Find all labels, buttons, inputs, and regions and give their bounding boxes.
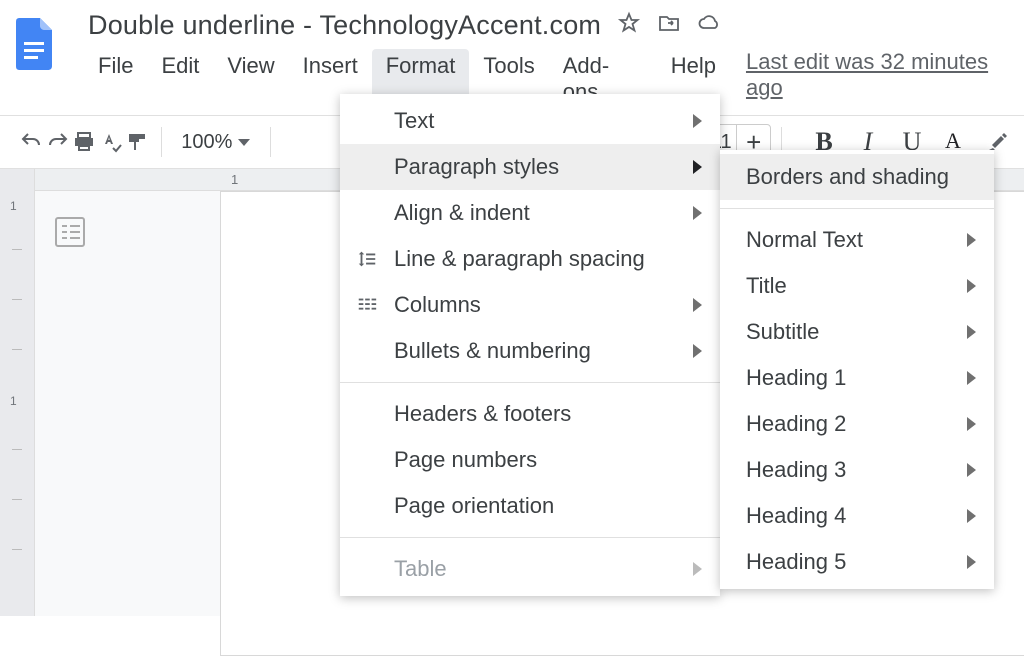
- document-outline-icon[interactable]: [55, 217, 85, 247]
- menu-item-label: Paragraph styles: [394, 154, 559, 180]
- submenu-arrow-icon: [967, 509, 976, 523]
- ruler-mark: 1: [231, 172, 238, 187]
- vertical-ruler: 1 1: [0, 169, 35, 616]
- menu-item-label: Bullets & numbering: [394, 338, 591, 364]
- menu-item-heading-2[interactable]: Heading 2: [720, 401, 994, 447]
- menu-item-heading-4[interactable]: Heading 4: [720, 493, 994, 539]
- spellcheck-icon[interactable]: [98, 125, 125, 159]
- menu-item-label: Heading 2: [746, 411, 846, 437]
- menu-item-label: Heading 3: [746, 457, 846, 483]
- ruler-mark: 1: [10, 199, 17, 213]
- submenu-arrow-icon: [967, 371, 976, 385]
- menu-item-label: Line & paragraph spacing: [394, 246, 645, 272]
- menu-item-table: Table: [340, 546, 720, 592]
- menu-item-subtitle[interactable]: Subtitle: [720, 309, 994, 355]
- redo-icon[interactable]: [45, 125, 72, 159]
- last-edit-link[interactable]: Last edit was 32 minutes ago: [746, 49, 1024, 109]
- submenu-arrow-icon: [693, 562, 702, 576]
- menu-item-heading-5[interactable]: Heading 5: [720, 539, 994, 585]
- menu-item-label: Heading 5: [746, 549, 846, 575]
- menu-item-normal-text[interactable]: Normal Text: [720, 217, 994, 263]
- menu-item-label: Heading 1: [746, 365, 846, 391]
- menu-item-page-numbers[interactable]: Page numbers: [340, 437, 720, 483]
- text-color-letter: A: [945, 130, 961, 152]
- submenu-arrow-icon: [693, 160, 702, 174]
- menu-item-label: Heading 4: [746, 503, 846, 529]
- ruler-mark: 1: [10, 394, 17, 408]
- menu-item-paragraph-styles[interactable]: Paragraph styles: [340, 144, 720, 190]
- menu-file[interactable]: File: [84, 49, 147, 109]
- toolbar-separator: [161, 127, 162, 157]
- submenu-arrow-icon: [967, 463, 976, 477]
- menu-item-text[interactable]: Text: [340, 98, 720, 144]
- docs-home-icon[interactable]: [10, 10, 60, 75]
- paragraph-styles-submenu[interactable]: Borders and shading Normal Text Title Su…: [720, 150, 994, 589]
- submenu-arrow-icon: [693, 206, 702, 220]
- submenu-arrow-icon: [967, 279, 976, 293]
- menu-item-label: Title: [746, 273, 787, 299]
- menu-item-label: Subtitle: [746, 319, 819, 345]
- menu-item-label: Headers & footers: [394, 401, 571, 427]
- columns-icon: [354, 294, 380, 316]
- menu-edit[interactable]: Edit: [147, 49, 213, 109]
- zoom-select[interactable]: 100%: [171, 131, 260, 154]
- paint-format-icon[interactable]: [124, 125, 151, 159]
- submenu-arrow-icon: [693, 114, 702, 128]
- menu-item-label: Text: [394, 108, 434, 134]
- menu-item-heading-3[interactable]: Heading 3: [720, 447, 994, 493]
- submenu-arrow-icon: [967, 417, 976, 431]
- document-title[interactable]: Double underline - TechnologyAccent.com: [88, 10, 601, 41]
- menu-item-heading-1[interactable]: Heading 1: [720, 355, 994, 401]
- zoom-value: 100%: [181, 131, 232, 154]
- submenu-arrow-icon: [693, 344, 702, 358]
- submenu-arrow-icon: [967, 325, 976, 339]
- menu-divider: [340, 537, 720, 538]
- menu-item-columns[interactable]: Columns: [340, 282, 720, 328]
- menu-item-headers-footers[interactable]: Headers & footers: [340, 391, 720, 437]
- submenu-arrow-icon: [967, 233, 976, 247]
- menu-view[interactable]: View: [213, 49, 288, 109]
- menu-item-label: Align & indent: [394, 200, 530, 226]
- menu-divider: [720, 208, 994, 209]
- toolbar-separator: [270, 127, 271, 157]
- star-icon[interactable]: [617, 11, 641, 40]
- chevron-down-icon: [238, 139, 250, 146]
- menu-item-line-spacing[interactable]: Line & paragraph spacing: [340, 236, 720, 282]
- menu-divider: [340, 382, 720, 383]
- menu-item-label: Columns: [394, 292, 481, 318]
- menu-item-title[interactable]: Title: [720, 263, 994, 309]
- menu-item-align-indent[interactable]: Align & indent: [340, 190, 720, 236]
- print-icon[interactable]: [71, 125, 98, 159]
- menu-item-borders-shading[interactable]: Borders and shading: [720, 154, 994, 200]
- submenu-arrow-icon: [967, 555, 976, 569]
- undo-icon[interactable]: [18, 125, 45, 159]
- menu-item-label: Normal Text: [746, 227, 863, 253]
- submenu-arrow-icon: [693, 298, 702, 312]
- move-icon[interactable]: [657, 11, 681, 40]
- menu-item-label: Table: [394, 556, 447, 582]
- line-spacing-icon: [354, 248, 380, 270]
- menu-item-label: Borders and shading: [746, 164, 949, 190]
- menu-item-page-orientation[interactable]: Page orientation: [340, 483, 720, 529]
- menu-item-bullets[interactable]: Bullets & numbering: [340, 328, 720, 374]
- cloud-status-icon[interactable]: [697, 11, 721, 40]
- format-dropdown[interactable]: Text Paragraph styles Align & indent Lin…: [340, 94, 720, 596]
- menu-item-label: Page orientation: [394, 493, 554, 519]
- menu-item-label: Page numbers: [394, 447, 537, 473]
